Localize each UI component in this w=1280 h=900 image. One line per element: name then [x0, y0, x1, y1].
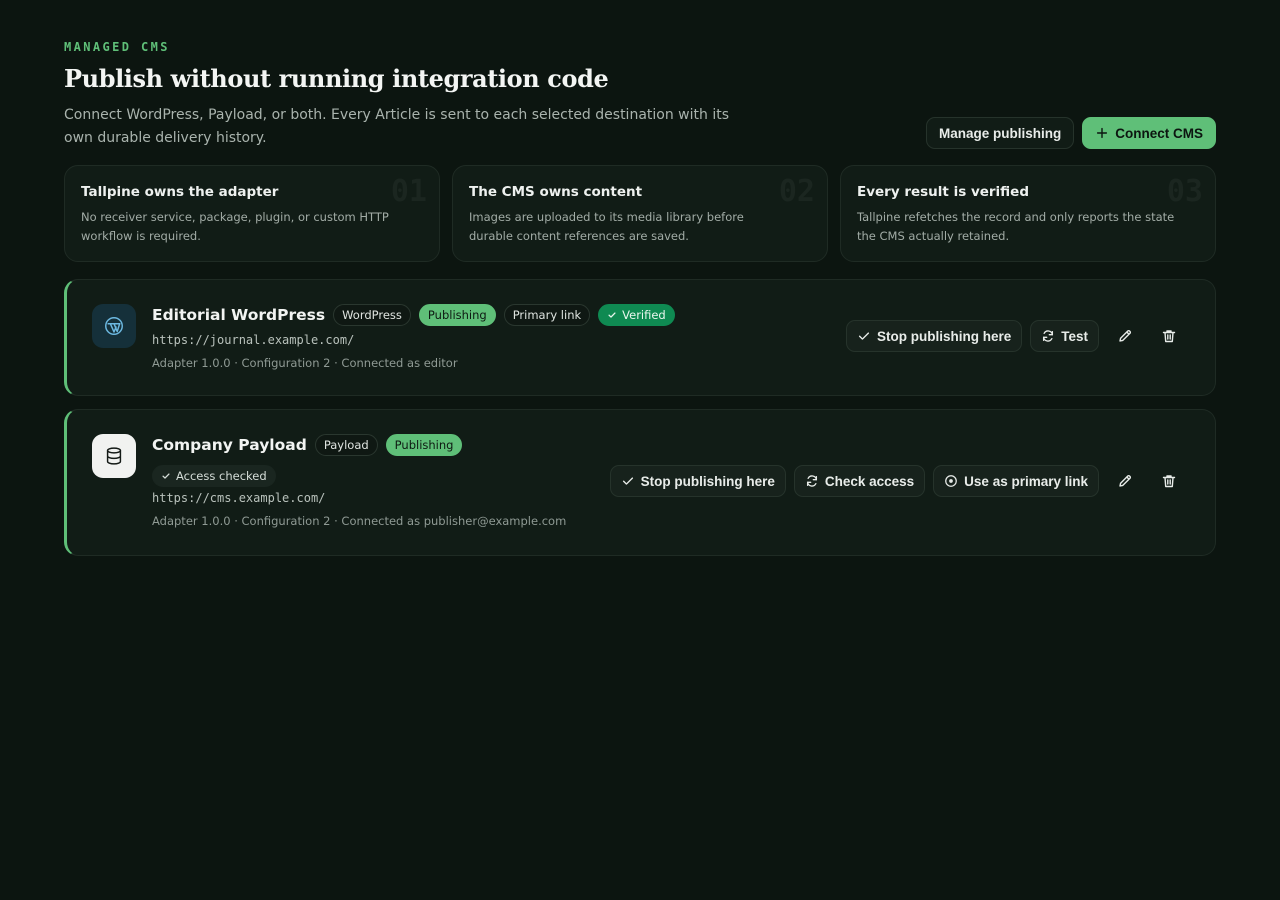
- feature-cards: 01 Tallpine owns the adapter No receiver…: [64, 165, 1216, 262]
- feature-card: 02 The CMS owns content Images are uploa…: [452, 165, 828, 262]
- primary-link-badge: Primary link: [503, 304, 591, 326]
- feature-title: Tallpine owns the adapter: [81, 184, 279, 200]
- delete-button[interactable]: [1151, 320, 1187, 352]
- check-icon: [162, 473, 170, 479]
- access-row: Access checked: [152, 465, 566, 487]
- manage-publishing-button[interactable]: Manage publishing: [925, 117, 1075, 149]
- feature-text: Images are uploaded to its media library…: [469, 210, 744, 243]
- connection-meta: Adapter 1.0.0 · Configuration 2 · Connec…: [152, 514, 567, 528]
- feature-number: 01: [390, 174, 427, 209]
- connection-url: https://cms.example.com/: [152, 491, 326, 505]
- header-actions: Manage publishing Connect CMS: [925, 117, 1216, 149]
- manage-publishing-label: Manage publishing: [938, 125, 1062, 141]
- check-icon: [608, 312, 616, 318]
- cms-type-badge: Payload: [314, 434, 378, 456]
- edit-button[interactable]: [1107, 465, 1143, 497]
- check-icon: [858, 332, 870, 340]
- stop-publishing-button[interactable]: Stop publishing here: [845, 320, 1023, 352]
- feature-number: 03: [1166, 174, 1203, 209]
- connection-card-payload: Company Payload Payload Publishing Acces…: [64, 409, 1216, 556]
- feature-text: Tallpine refetches the record and only r…: [857, 210, 1175, 243]
- feature-title: The CMS owns content: [469, 184, 643, 200]
- check-icon: [622, 477, 633, 485]
- use-as-primary-link-button[interactable]: Use as primary link: [933, 465, 1099, 497]
- stop-publishing-label: Stop publishing here: [640, 473, 775, 489]
- connection-details: Editorial WordPress WordPress Publishing…: [152, 304, 675, 370]
- connection-name: Company Payload: [152, 436, 307, 454]
- status-badge: Publishing: [418, 304, 496, 326]
- feature-text: No receiver service, package, plugin, or…: [81, 210, 389, 243]
- target-icon: [945, 475, 958, 487]
- refresh-icon: [806, 475, 817, 487]
- cms-type-badge: WordPress: [333, 304, 411, 326]
- page-title: Publish without running integration code: [64, 64, 609, 93]
- connection-url: https://journal.example.com/: [152, 333, 355, 347]
- connect-cms-button[interactable]: Connect CMS: [1082, 117, 1216, 149]
- access-checked-label: Access checked: [176, 469, 267, 483]
- database-icon: [106, 447, 122, 465]
- delete-button[interactable]: [1151, 465, 1187, 497]
- access-checked-badge: Access checked: [152, 465, 276, 487]
- wordpress-avatar: [92, 304, 136, 348]
- verified-badge: Verified: [598, 304, 675, 326]
- feature-number: 02: [778, 174, 815, 209]
- feature-card: 01 Tallpine owns the adapter No receiver…: [64, 165, 440, 262]
- connection-card-wordpress: Editorial WordPress WordPress Publishing…: [64, 279, 1216, 396]
- plus-icon: [1097, 127, 1108, 139]
- connection-meta: Adapter 1.0.0 · Configuration 2 · Connec…: [152, 356, 458, 370]
- connection-header: Company Payload Payload Publishing: [152, 434, 566, 456]
- feature-card: 03 Every result is verified Tallpine ref…: [840, 165, 1216, 262]
- pencil-icon: [1119, 474, 1132, 487]
- trash-icon: [1162, 330, 1176, 343]
- test-label: Test: [1061, 328, 1088, 344]
- wordpress-icon: [105, 317, 123, 335]
- stop-publishing-label: Stop publishing here: [876, 328, 1012, 344]
- test-button[interactable]: Test: [1030, 320, 1099, 352]
- refresh-icon: [1043, 330, 1054, 342]
- check-access-button[interactable]: Check access: [793, 465, 926, 497]
- connection-details: Company Payload Payload Publishing Acces…: [152, 434, 566, 528]
- check-access-label: Check access: [824, 473, 915, 489]
- page-description: Connect WordPress, Payload, or both. Eve…: [64, 107, 729, 146]
- status-badge: Publishing: [385, 434, 463, 456]
- verified-label: Verified: [622, 308, 666, 322]
- connection-header: Editorial WordPress WordPress Publishing…: [152, 304, 675, 326]
- connection-name: Editorial WordPress: [152, 306, 326, 324]
- payload-avatar: [92, 434, 136, 478]
- connect-cms-label: Connect CMS: [1115, 125, 1203, 141]
- use-as-primary-link-label: Use as primary link: [964, 473, 1088, 489]
- feature-title: Every result is verified: [857, 184, 1030, 200]
- trash-icon: [1162, 475, 1176, 488]
- stop-publishing-button[interactable]: Stop publishing here: [609, 465, 786, 497]
- connection-actions: Stop publishing here Test: [845, 320, 1187, 352]
- section-eyebrow: MANAGED CMS: [64, 40, 170, 54]
- edit-button[interactable]: [1107, 320, 1143, 352]
- pencil-icon: [1119, 329, 1132, 342]
- connection-actions: Stop publishing here Check access Use as…: [609, 465, 1187, 497]
